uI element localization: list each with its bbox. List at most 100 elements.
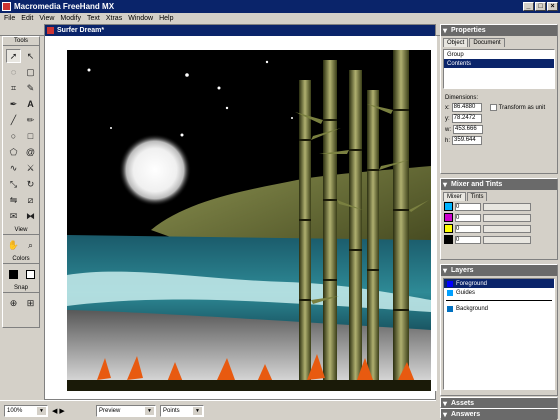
magenta-slider[interactable] bbox=[483, 213, 531, 222]
tree-item-group[interactable]: Group bbox=[444, 50, 554, 59]
display-mode-select[interactable]: Preview bbox=[96, 404, 156, 417]
pen-tool-icon[interactable]: ✒ bbox=[6, 97, 21, 111]
layers-divider bbox=[446, 300, 552, 301]
menu-file[interactable]: File bbox=[4, 15, 15, 22]
w-field[interactable]: 453.666 bbox=[453, 125, 483, 134]
spiral-tool-icon[interactable]: @ bbox=[23, 145, 38, 159]
page-tool-icon[interactable]: ▢ bbox=[23, 65, 38, 79]
black-slider[interactable] bbox=[483, 235, 531, 244]
page-navigation[interactable]: ◀ ▶ bbox=[52, 407, 92, 415]
zoom-tool-icon[interactable]: ⌕ bbox=[23, 238, 38, 252]
h-label: h: bbox=[445, 137, 451, 144]
maximize-button[interactable]: □ bbox=[535, 2, 546, 11]
menu-bar: File Edit View Modify Text Xtras Window … bbox=[0, 13, 560, 24]
reflect-tool-icon[interactable]: ⇋ bbox=[6, 193, 21, 207]
close-button[interactable]: × bbox=[547, 2, 558, 11]
rectangle-tool-icon[interactable]: □ bbox=[23, 129, 38, 143]
zoom-select[interactable]: 100% bbox=[4, 404, 48, 417]
answers-panel: Answers bbox=[440, 408, 558, 420]
y-label: y: bbox=[445, 115, 450, 122]
yellow-swatch bbox=[444, 224, 453, 233]
y-field[interactable]: 78.2472 bbox=[451, 114, 482, 123]
artwork-page[interactable] bbox=[67, 50, 431, 391]
answers-panel-title[interactable]: Answers bbox=[441, 409, 557, 420]
view-section-title: View bbox=[3, 226, 39, 235]
status-bar: 100% ◀ ▶ Preview Points bbox=[0, 400, 436, 420]
black-value[interactable]: 0 bbox=[455, 235, 481, 244]
units-select[interactable]: Points bbox=[160, 404, 204, 417]
app-title: Macromedia FreeHand MX bbox=[14, 2, 115, 11]
hand-tool-icon[interactable]: ✋ bbox=[6, 238, 21, 252]
menu-help[interactable]: Help bbox=[159, 15, 173, 22]
dimensions-label: Dimensions: bbox=[445, 95, 479, 101]
layer-color-icon bbox=[447, 289, 453, 296]
canvas-area[interactable] bbox=[45, 36, 437, 391]
moon bbox=[119, 134, 191, 206]
freeform-tool-icon[interactable]: ∿ bbox=[6, 161, 21, 175]
colors-section-title: Colors bbox=[3, 255, 39, 264]
object-tree-list[interactable]: Group Contents bbox=[443, 49, 555, 89]
knife-tool-icon[interactable]: ⚔ bbox=[23, 161, 38, 175]
line-tool-icon[interactable]: ╱ bbox=[6, 113, 21, 127]
black-swatch bbox=[444, 235, 453, 244]
mixer-panel-title[interactable]: Mixer and Tints bbox=[441, 179, 557, 190]
tab-tints[interactable]: Tints bbox=[466, 192, 488, 201]
x-field[interactable]: 86.4880 bbox=[451, 103, 482, 112]
menu-text[interactable]: Text bbox=[87, 15, 100, 22]
ellipse-tool-icon[interactable]: ○ bbox=[6, 129, 21, 143]
h-field[interactable]: 359.644 bbox=[452, 136, 483, 145]
minimize-button[interactable]: _ bbox=[523, 2, 534, 11]
layer-background[interactable]: Background bbox=[444, 304, 554, 313]
transform-checkbox[interactable] bbox=[489, 104, 497, 111]
tab-object[interactable]: Object bbox=[443, 38, 469, 47]
w-label: w: bbox=[445, 126, 451, 133]
snap-to-point-icon[interactable]: ⊕ bbox=[6, 296, 21, 310]
skew-tool-icon[interactable]: ⧄ bbox=[23, 193, 38, 207]
pointer-tool-icon[interactable]: ➚ bbox=[6, 49, 21, 63]
menu-window[interactable]: Window bbox=[128, 15, 153, 22]
yellow-value[interactable]: 0 bbox=[455, 224, 481, 233]
eyedropper-tool-icon[interactable]: ✎ bbox=[23, 81, 38, 95]
freehand-app-icon bbox=[2, 2, 11, 11]
snap-to-grid-icon[interactable]: ⊞ bbox=[23, 296, 38, 310]
blend-tool-icon[interactable]: ⧓ bbox=[23, 209, 38, 223]
magenta-value[interactable]: 0 bbox=[455, 213, 481, 222]
layers-list[interactable]: Foreground Guides Background bbox=[443, 278, 555, 390]
document-title: Surfer Dream* bbox=[57, 27, 105, 34]
app-titlebar: Macromedia FreeHand MX _ □ × bbox=[0, 0, 560, 13]
lasso-tool-icon[interactable]: ◌ bbox=[6, 65, 21, 79]
layers-panel-title[interactable]: Layers bbox=[441, 265, 557, 276]
document-window: Surfer Dream* bbox=[44, 24, 437, 400]
polygon-tool-icon[interactable]: ⬠ bbox=[6, 145, 21, 159]
menu-edit[interactable]: Edit bbox=[21, 15, 33, 22]
fill-color-icon[interactable] bbox=[23, 267, 38, 281]
crop-tool-icon[interactable]: ⌗ bbox=[6, 81, 21, 95]
magenta-swatch bbox=[444, 213, 453, 222]
properties-panel: Properties Object Document Group Content… bbox=[440, 24, 558, 174]
layer-guides[interactable]: Guides bbox=[444, 288, 554, 297]
tab-mixer[interactable]: Mixer bbox=[443, 192, 466, 201]
tools-panel: Tools ➚ ↖ ◌ ▢ ⌗ ✎ ✒ A ╱ ✏ ○ □ ⬠ @ ∿ ⚔ ⤡ … bbox=[2, 36, 40, 328]
stroke-color-icon[interactable] bbox=[6, 267, 21, 281]
yellow-slider[interactable] bbox=[483, 224, 531, 233]
layer-foreground[interactable]: Foreground bbox=[444, 279, 554, 288]
properties-panel-title[interactable]: Properties bbox=[441, 25, 557, 36]
scale-tool-icon[interactable]: ⤡ bbox=[6, 177, 21, 191]
subselect-tool-icon[interactable]: ↖ bbox=[23, 49, 38, 63]
layers-panel: Layers Foreground Guides Background bbox=[440, 264, 558, 396]
envelope-tool-icon[interactable]: ✉ bbox=[6, 209, 21, 223]
foreground-grass bbox=[67, 380, 431, 391]
tools-panel-title: Tools bbox=[3, 37, 39, 46]
menu-view[interactable]: View bbox=[39, 15, 54, 22]
cyan-value[interactable]: 0 bbox=[455, 202, 481, 211]
cyan-swatch bbox=[444, 202, 453, 211]
menu-xtras[interactable]: Xtras bbox=[106, 15, 122, 22]
text-tool-icon[interactable]: A bbox=[23, 97, 38, 111]
tab-document[interactable]: Document bbox=[469, 38, 505, 47]
cyan-slider[interactable] bbox=[483, 202, 531, 211]
rotate-tool-icon[interactable]: ↻ bbox=[23, 177, 38, 191]
menu-modify[interactable]: Modify bbox=[60, 15, 81, 22]
x-label: x: bbox=[445, 104, 450, 111]
tree-item-contents[interactable]: Contents bbox=[444, 59, 554, 68]
pencil-tool-icon[interactable]: ✏ bbox=[23, 113, 38, 127]
